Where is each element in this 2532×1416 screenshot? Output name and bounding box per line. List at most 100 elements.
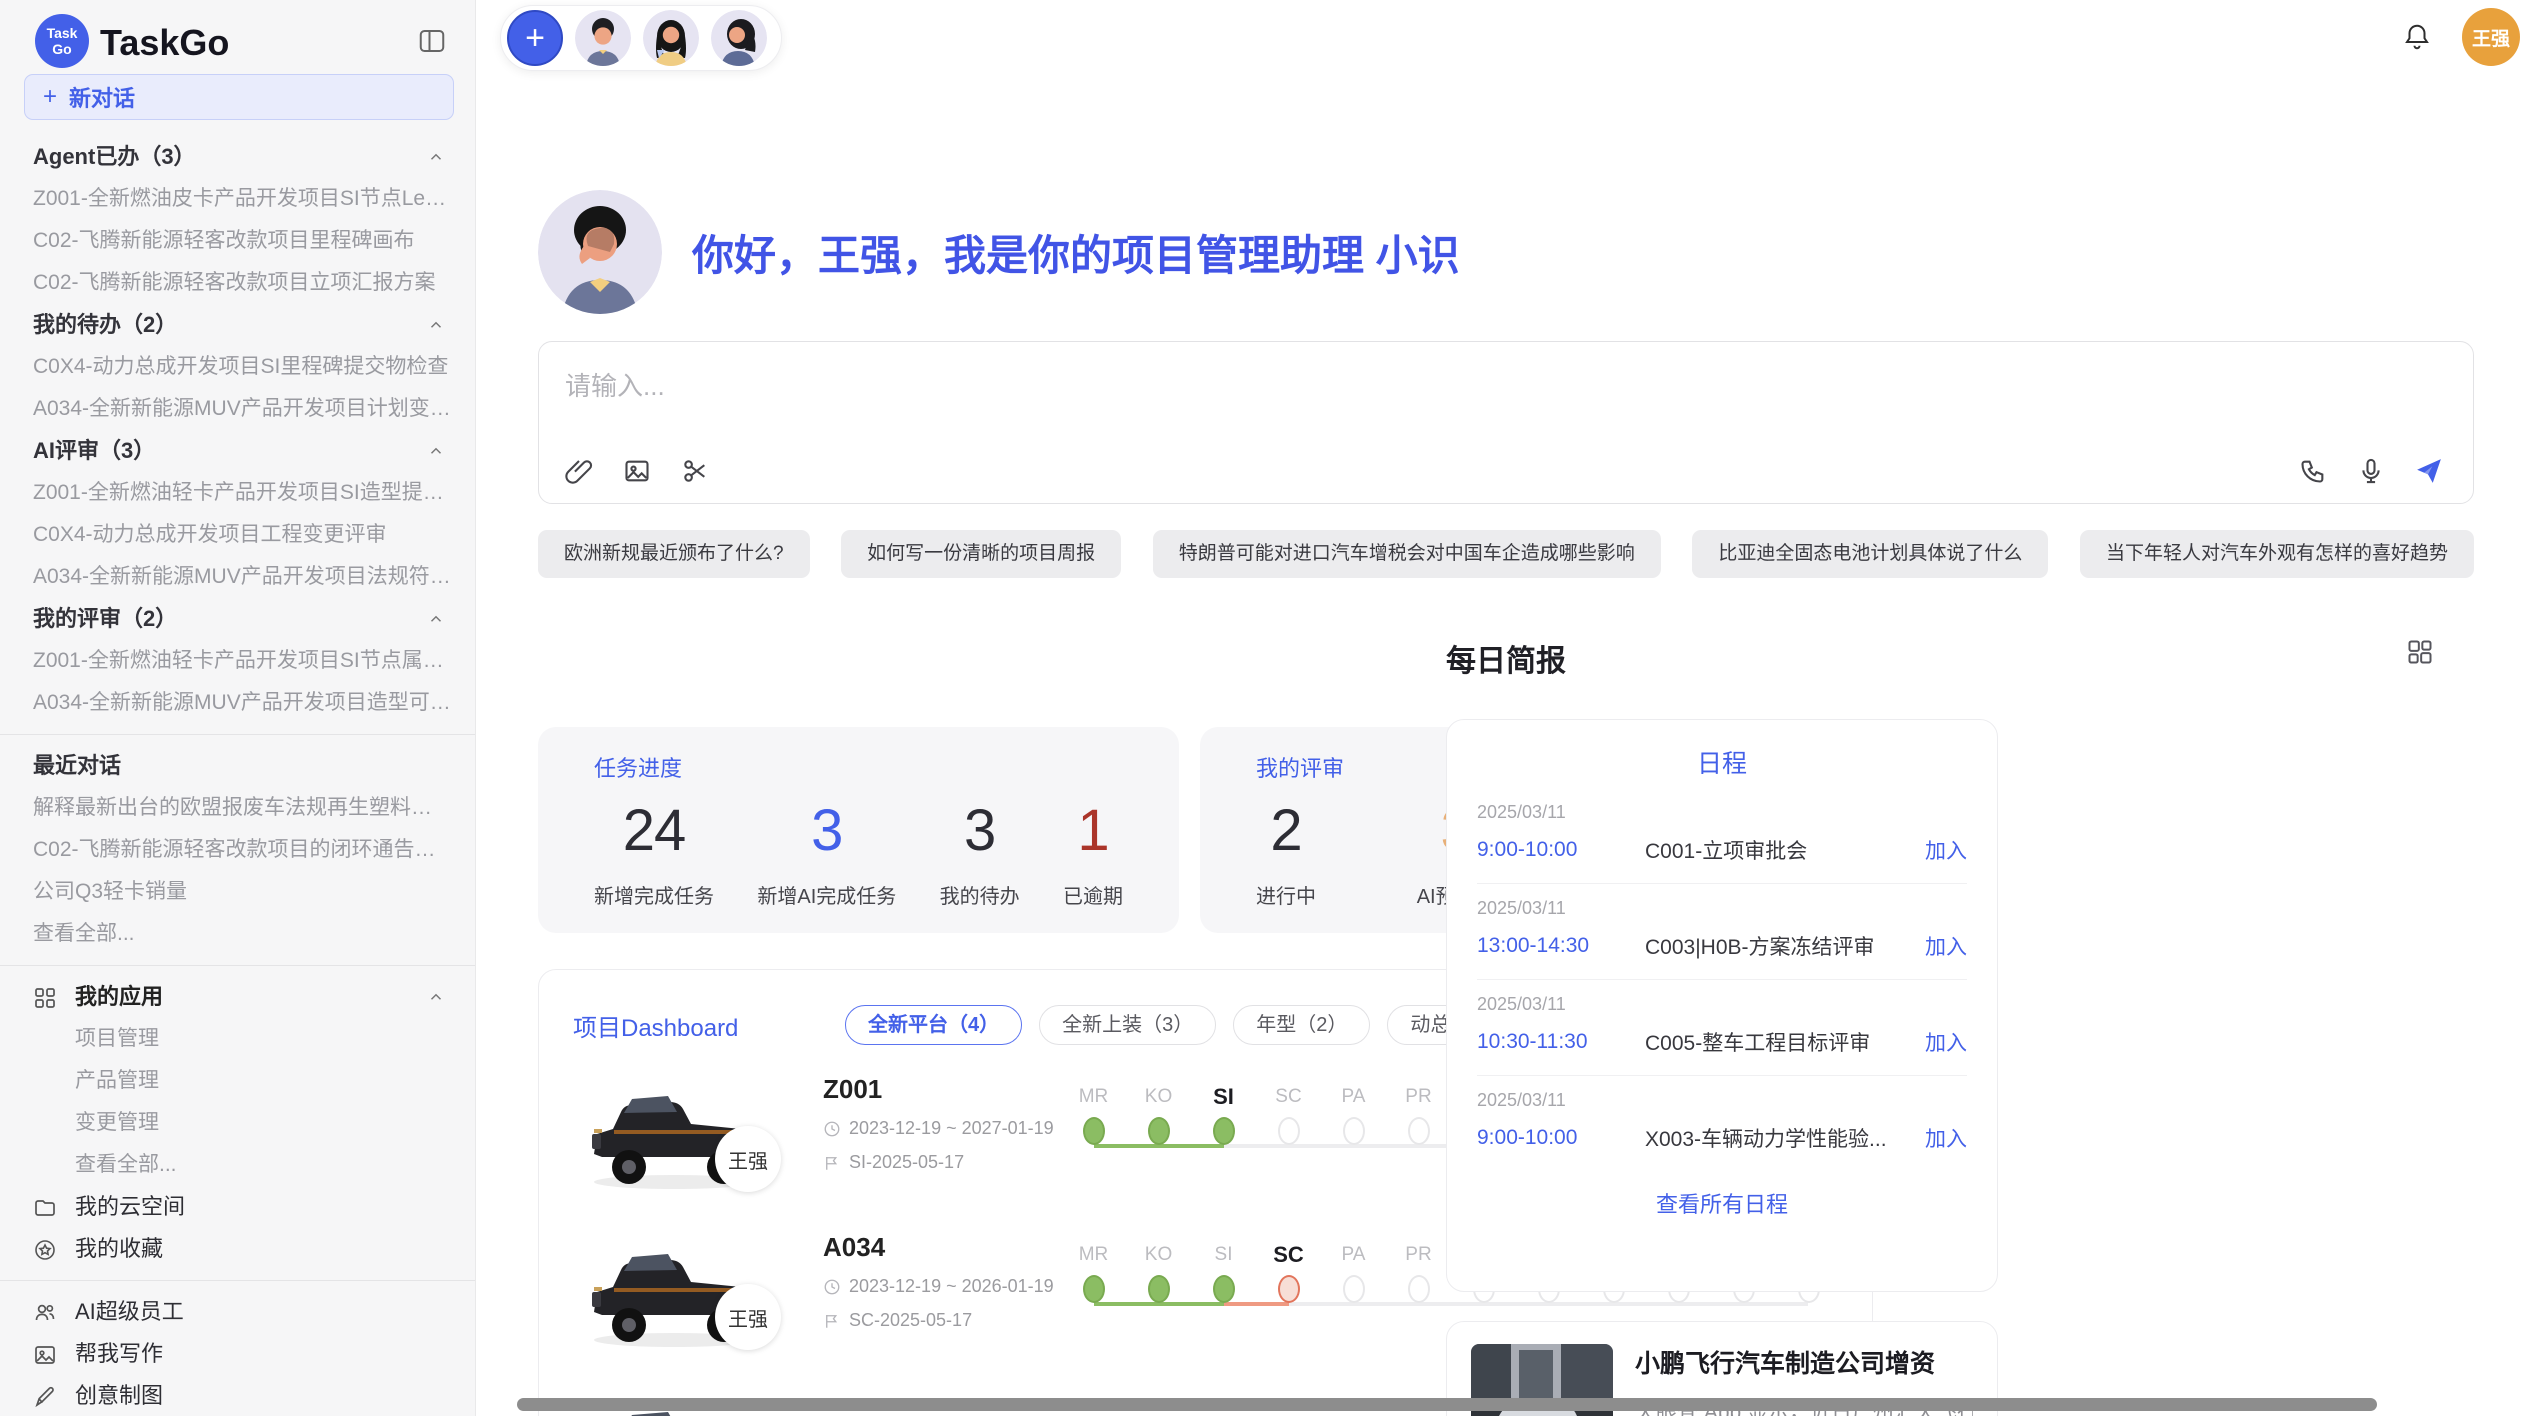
sidebar-task-item[interactable]: C0X4-动力总成开发项目SI里程碑提交物检查 [0,346,475,388]
stat-value: 3 [940,797,1020,864]
stat-new-done: 24 新增完成任务 [594,797,714,909]
sidebar-item-cloud-space[interactable]: 我的云空间 [0,1186,475,1228]
sidebar-item-writing[interactable]: 帮我写作 [0,1333,475,1375]
join-button[interactable]: 加入 [1925,835,1967,865]
sidebar-task-item[interactable]: C0X4-动力总成开发项目工程变更评审 [0,514,475,556]
stat-value: 3 [757,797,896,864]
recent-chat-item[interactable]: 公司Q3轻卡销量 [0,871,475,913]
layout-grid-icon[interactable] [2406,638,2434,666]
sidebar-task-item[interactable]: Z001-全新燃油皮卡产品开发项目SI节点Lesson Learn报告 [0,178,475,220]
flag-text: SC-2025-05-17 [849,1310,972,1331]
chevron-up-icon [427,442,445,460]
join-button[interactable]: 加入 [1925,1027,1967,1057]
sidebar-task-item[interactable]: C02-飞腾新能源轻客改款项目里程碑画布 [0,220,475,262]
app-item-change-mgmt[interactable]: 变更管理 [0,1102,475,1144]
user-avatar[interactable]: 王强 [2462,8,2520,66]
milestone-mr: MR [1061,1240,1126,1308]
sidebar-item-ai-staff[interactable]: AI超级员工 [0,1291,475,1333]
greeting-text: 你好，王强，我是你的项目管理助理 小识 [692,222,1460,283]
agent-avatar-3[interactable] [711,10,767,66]
section-my-review[interactable]: 我的评审（2） [0,598,475,640]
chat-input-card [538,341,2474,504]
join-button[interactable]: 加入 [1925,1123,1967,1153]
horizontal-scrollbar[interactable] [517,1398,2377,1411]
sidebar-task-item[interactable]: A034-全新新能源MUV产品开发项目计划变更表编写 [0,388,475,430]
chevron-up-icon [427,988,445,1006]
suggestion-chip[interactable]: 特朗普可能对进口汽车增税会对中国车企造成哪些影响 [1153,530,1661,578]
dashboard-title: 项目Dashboard [573,1008,845,1043]
milestone-dot [1343,1275,1365,1303]
milestone-sc-current: SC [1256,1240,1321,1308]
milestone-dot [1083,1117,1105,1145]
milestone-dot [1083,1275,1105,1303]
milestone-pa: PA [1321,1240,1386,1308]
recent-chat-item[interactable]: C02-飞腾新能源轻客改款项目的闭环通告反馈情况 [0,829,475,871]
project-dates: 2023-12-19 ~ 2027-01-19 [823,1118,1059,1139]
section-my-todo[interactable]: 我的待办（2） [0,304,475,346]
section-label: 我的待办（2） [33,312,177,337]
recent-chat-view-all[interactable]: 查看全部... [0,913,475,955]
section-label: AI评审（3） [33,438,155,463]
daily-briefing-header: 每日简报 [538,636,2474,680]
logo-line1: Task [47,25,78,41]
tab-new-platform[interactable]: 全新平台（4） [845,1005,1022,1045]
section-agent-done[interactable]: Agent已办（3） [0,136,475,178]
schedule-event-title: X003-车辆动力学性能验... [1645,1123,1925,1153]
chat-input[interactable] [565,364,2165,408]
schedule-event-title: C003|H0B-方案冻结评审 [1645,931,1925,961]
sidebar-item-drawing[interactable]: 创意制图 [0,1375,475,1416]
sidebar-task-item[interactable]: A034-全新新能源MUV产品开发项目造型可行性评审 [0,682,475,724]
tab-new-body[interactable]: 全新上装（3） [1039,1005,1216,1045]
favorites-label: 我的收藏 [75,1236,163,1261]
suggestion-chip[interactable]: 如何写一份清晰的项目周报 [841,530,1121,578]
task-progress-card: 任务进度 24 新增完成任务 3 新增AI完成任务 3 我的待办 1 已逾期 [538,727,1179,933]
project-info: Z001 2023-12-19 ~ 2027-01-19 SI-2025-05-… [823,1074,1059,1173]
section-label: Agent已办（3） [33,144,196,169]
microphone-icon[interactable] [2353,453,2389,489]
milestone-dot [1213,1275,1235,1303]
agent-avatar-1[interactable] [575,10,631,66]
tab-model-year[interactable]: 年型（2） [1233,1005,1370,1045]
sidebar-item-favorites[interactable]: 我的收藏 [0,1228,475,1270]
project-owner-badge: 王强 [715,1284,781,1350]
recent-chat-item[interactable]: 解释最新出台的欧盟报废车法规再生塑料比例被调至15%... [0,787,475,829]
join-button[interactable]: 加入 [1925,931,1967,961]
app-item-project-mgmt[interactable]: 项目管理 [0,1018,475,1060]
sidebar-task-item[interactable]: A034-全新新能源MUV产品开发项目法规符合性评审 [0,556,475,598]
phone-icon[interactable] [2295,453,2331,489]
app-logo: Task Go [35,14,89,68]
ai-staff-label: AI超级员工 [75,1299,184,1324]
suggestion-chip[interactable]: 欧洲新规最近颁布了什么? [538,530,810,578]
chevron-up-icon [427,148,445,166]
schedule-row: 10:30-11:30 C005-整车工程目标评审 加入 [1477,1027,1967,1057]
app-item-product-mgmt[interactable]: 产品管理 [0,1060,475,1102]
schedule-card: 日程 2025/03/11 9:00-10:00 C001-立项审批会 加入 2… [1446,719,1998,1292]
image-upload-icon[interactable] [619,453,655,489]
suggestion-chip[interactable]: 当下年轻人对汽车外观有怎样的喜好趋势 [2080,530,2474,578]
notifications-bell-icon[interactable] [2402,22,2432,52]
send-icon[interactable] [2411,453,2447,489]
flag-icon [823,1154,841,1172]
assistant-avatar [538,190,662,314]
view-all-schedule-button[interactable]: 查看所有日程 [1656,1187,1788,1219]
suggestion-chip[interactable]: 比亚迪全固态电池计划具体说了什么 [1692,530,2048,578]
scissors-icon[interactable] [677,453,713,489]
flag-icon [823,1312,841,1330]
sidebar-item-my-apps[interactable]: 我的应用 [0,976,475,1018]
app-item-view-all[interactable]: 查看全部... [0,1144,475,1186]
divider [0,965,475,966]
sidebar-collapse-button[interactable] [417,24,451,58]
folder-icon [33,1196,57,1220]
add-agent-button[interactable]: + [507,10,563,66]
sidebar-task-item[interactable]: Z001-全新燃油轻卡产品开发项目SI节点属性5D文件评审 [0,640,475,682]
panel-icon [417,26,451,56]
sidebar-task-item[interactable]: Z001-全新燃油轻卡产品开发项目SI造型提交物评审 [0,472,475,514]
schedule-time: 10:30-11:30 [1477,1030,1645,1054]
sidebar-task-item[interactable]: C02-飞腾新能源轻客改款项目立项汇报方案 [0,262,475,304]
agent-avatar-2[interactable] [643,10,699,66]
schedule-item: 2025/03/11 10:30-11:30 C005-整车工程目标评审 加入 [1477,980,1967,1076]
attachment-icon[interactable] [561,453,597,489]
section-ai-review[interactable]: AI评审（3） [0,430,475,472]
new-chat-button[interactable]: + 新对话 [24,74,454,120]
date-range: 2023-12-19 ~ 2026-01-19 [849,1276,1054,1297]
